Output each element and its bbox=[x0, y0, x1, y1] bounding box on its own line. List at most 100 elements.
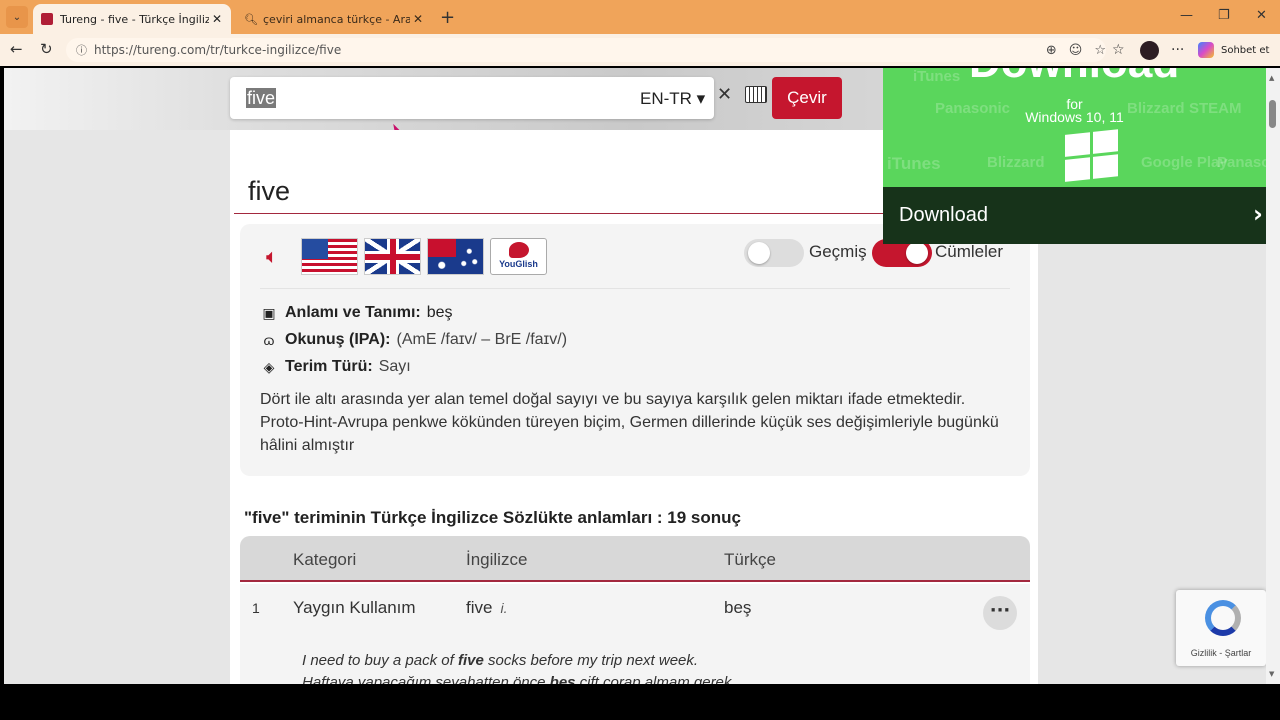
page-title: five bbox=[248, 176, 291, 206]
speaker-icon[interactable]: 🔈︎ bbox=[266, 244, 278, 268]
page-viewport: five EN-TR ▾ ✕ Çevir five 🔈︎ YouGlish Ge… bbox=[4, 68, 1266, 684]
search-input[interactable]: five bbox=[246, 88, 277, 108]
ad-brand: iTunes bbox=[887, 154, 941, 173]
book-icon: ▣ bbox=[262, 304, 276, 321]
tab-search[interactable]: 🔍︎ çeviri almanca türkçe - Arama ✕ bbox=[236, 4, 432, 34]
address-toolbar: ← ↻ ⓘ https://tureng.com/tr/turkce-ingil… bbox=[0, 34, 1280, 66]
tag-icon: ◈ bbox=[263, 358, 275, 375]
ad-download-label: Download bbox=[899, 204, 988, 226]
new-tab-icon[interactable]: + bbox=[440, 7, 455, 28]
tab-bar: ⌄ Tureng - five - Türkçe İngilizce Söz ✕… bbox=[0, 0, 1280, 34]
site-info-icon[interactable]: ⓘ bbox=[76, 42, 87, 58]
zoom-icon[interactable]: ⊕ bbox=[1046, 43, 1057, 58]
ad-download-button[interactable]: Download › bbox=[883, 187, 1266, 244]
table-row: 1 Yaygın Kullanım five i. beş ··· I need … bbox=[240, 584, 1030, 684]
au-flag-audio-button[interactable] bbox=[427, 238, 484, 275]
table-header: Kategori İngilizce Türkçe bbox=[240, 536, 1030, 582]
example-en-after: socks before my trip next week. bbox=[483, 652, 699, 669]
type-value: Sayı bbox=[378, 358, 411, 375]
example-en-bold: five bbox=[457, 652, 484, 669]
english-header: İngilizce bbox=[466, 550, 528, 569]
english-term[interactable]: five bbox=[466, 598, 492, 617]
history-label: Geçmiş bbox=[809, 242, 867, 261]
url-text: https://tureng.com/tr/turkce-ingilizce/f… bbox=[94, 43, 342, 57]
meaning-label: Anlamı ve Tanımı: bbox=[285, 304, 421, 321]
clear-icon[interactable]: ✕ bbox=[717, 84, 732, 105]
scrollbar[interactable]: ▲ ▼ bbox=[1266, 68, 1280, 684]
search-box[interactable]: five EN-TR ▾ bbox=[230, 77, 714, 119]
copilot-label: Sohbet et bbox=[1221, 44, 1270, 56]
category-header: Kategori bbox=[293, 550, 357, 569]
example-sentence-tr: Haftaya yapacağım seyahatten önce beş çi… bbox=[302, 674, 736, 684]
turkish-cell[interactable]: beş bbox=[724, 598, 751, 618]
tab-title: Tureng - five - Türkçe İngilizce Söz bbox=[60, 12, 209, 26]
translate-button[interactable]: Çevir bbox=[772, 77, 842, 119]
ipa-row: ɷ Okunuş (IPA): (AmE /faɪv/ – BrE /faɪv/… bbox=[260, 331, 568, 349]
address-field[interactable]: ⓘ https://tureng.com/tr/turkce-ingilizce… bbox=[66, 38, 1106, 62]
close-icon[interactable]: ✕ bbox=[209, 12, 225, 26]
example-tr-after: çift çorap almam gerek. bbox=[575, 674, 736, 684]
example-sentence-en: I need to buy a pack of five socks befor… bbox=[302, 652, 698, 669]
ad-brand: Panasonic bbox=[1217, 154, 1266, 171]
recaptcha-links[interactable]: Gizlilik - Şartlar bbox=[1176, 648, 1266, 658]
example-tr-before: Haftaya yapacağım seyahatten önce bbox=[302, 674, 550, 684]
uk-flag-audio-button[interactable] bbox=[364, 238, 421, 275]
toggle-knob bbox=[748, 242, 770, 264]
meaning-value: beş bbox=[426, 304, 453, 321]
copilot-icon bbox=[1198, 42, 1214, 58]
avatar[interactable] bbox=[1140, 41, 1159, 60]
more-options-icon[interactable]: ··· bbox=[1171, 42, 1184, 58]
example-en-before: I need to buy a pack of bbox=[302, 652, 458, 669]
chevron-down-icon: ⌄ bbox=[12, 11, 22, 23]
reload-icon[interactable]: ↻ bbox=[40, 40, 53, 58]
part-of-speech: i. bbox=[500, 600, 508, 616]
search-icon: 🔍︎ bbox=[244, 13, 258, 26]
favorite-star-icon[interactable]: ☆ bbox=[1094, 43, 1106, 58]
more-options-button[interactable]: ··· bbox=[983, 596, 1017, 630]
keyboard-icon[interactable] bbox=[745, 86, 767, 103]
tab-tureng[interactable]: Tureng - five - Türkçe İngilizce Söz ✕ bbox=[33, 4, 231, 34]
ad-headline: Download bbox=[969, 68, 1179, 88]
scroll-down-icon[interactable]: ▼ bbox=[1269, 670, 1274, 678]
restore-icon[interactable]: ❐ bbox=[1218, 8, 1230, 23]
results-title: "five" teriminin Türkçe İngilizce Sözlük… bbox=[244, 508, 741, 527]
recaptcha-logo-icon bbox=[1205, 600, 1241, 636]
toggle-knob bbox=[906, 242, 928, 264]
recaptcha-badge[interactable]: Gizlilik - Şartlar bbox=[1176, 590, 1266, 666]
ipa-label: Okunuş (IPA): bbox=[285, 331, 391, 348]
row-number: 1 bbox=[252, 600, 260, 616]
type-row: ◈ Terim Türü: Sayı bbox=[260, 358, 411, 376]
tureng-favicon-icon bbox=[41, 13, 53, 25]
us-flag-audio-button[interactable] bbox=[301, 238, 358, 275]
windows-logo-icon bbox=[1065, 129, 1119, 183]
divider bbox=[260, 288, 1010, 289]
chevron-right-icon: › bbox=[1253, 200, 1263, 228]
minimize-icon[interactable]: — bbox=[1180, 8, 1193, 23]
taskbar bbox=[0, 684, 1280, 720]
close-window-icon[interactable]: ✕ bbox=[1256, 8, 1267, 23]
word-description: Dört ile altı arasında yer alan temel do… bbox=[260, 391, 999, 454]
youglish-button[interactable]: YouGlish bbox=[490, 238, 547, 275]
language-selector[interactable]: EN-TR ▾ bbox=[640, 89, 705, 109]
history-toggle[interactable] bbox=[744, 239, 804, 267]
word-info-card: 🔈︎ YouGlish Geçmiş Cümleler ▣ Anlamı ve … bbox=[240, 224, 1030, 476]
type-label: Terim Türü: bbox=[285, 358, 373, 375]
category-cell[interactable]: Yaygın Kullanım bbox=[293, 598, 416, 618]
ad-brand: iTunes bbox=[913, 68, 961, 85]
tab-title: çeviri almanca türkçe - Arama bbox=[263, 12, 410, 26]
english-cell: five i. bbox=[466, 598, 507, 618]
favorites-icon[interactable]: ☆ bbox=[1112, 42, 1125, 58]
turkish-header: Türkçe bbox=[724, 550, 776, 569]
tab-actions-button[interactable]: ⌄ bbox=[6, 6, 28, 28]
youglish-label: YouGlish bbox=[499, 259, 538, 269]
download-ad[interactable]: iTunes Panasonic iTunes Blizzard Blizzar… bbox=[883, 68, 1266, 244]
scroll-up-icon[interactable]: ▲ bbox=[1269, 74, 1274, 82]
close-icon[interactable]: ✕ bbox=[410, 12, 426, 26]
ad-windows-text: Windows 10, 11 bbox=[1025, 109, 1124, 125]
reader-icon[interactable]: ☺ bbox=[1069, 43, 1083, 58]
example-tr-bold: beş bbox=[549, 674, 576, 684]
scrollbar-thumb[interactable] bbox=[1269, 100, 1276, 128]
copilot-button[interactable]: Sohbet et bbox=[1198, 39, 1269, 61]
back-icon[interactable]: ← bbox=[10, 40, 23, 58]
results-table: Kategori İngilizce Türkçe 1 Yaygın Kulla… bbox=[240, 536, 1030, 684]
